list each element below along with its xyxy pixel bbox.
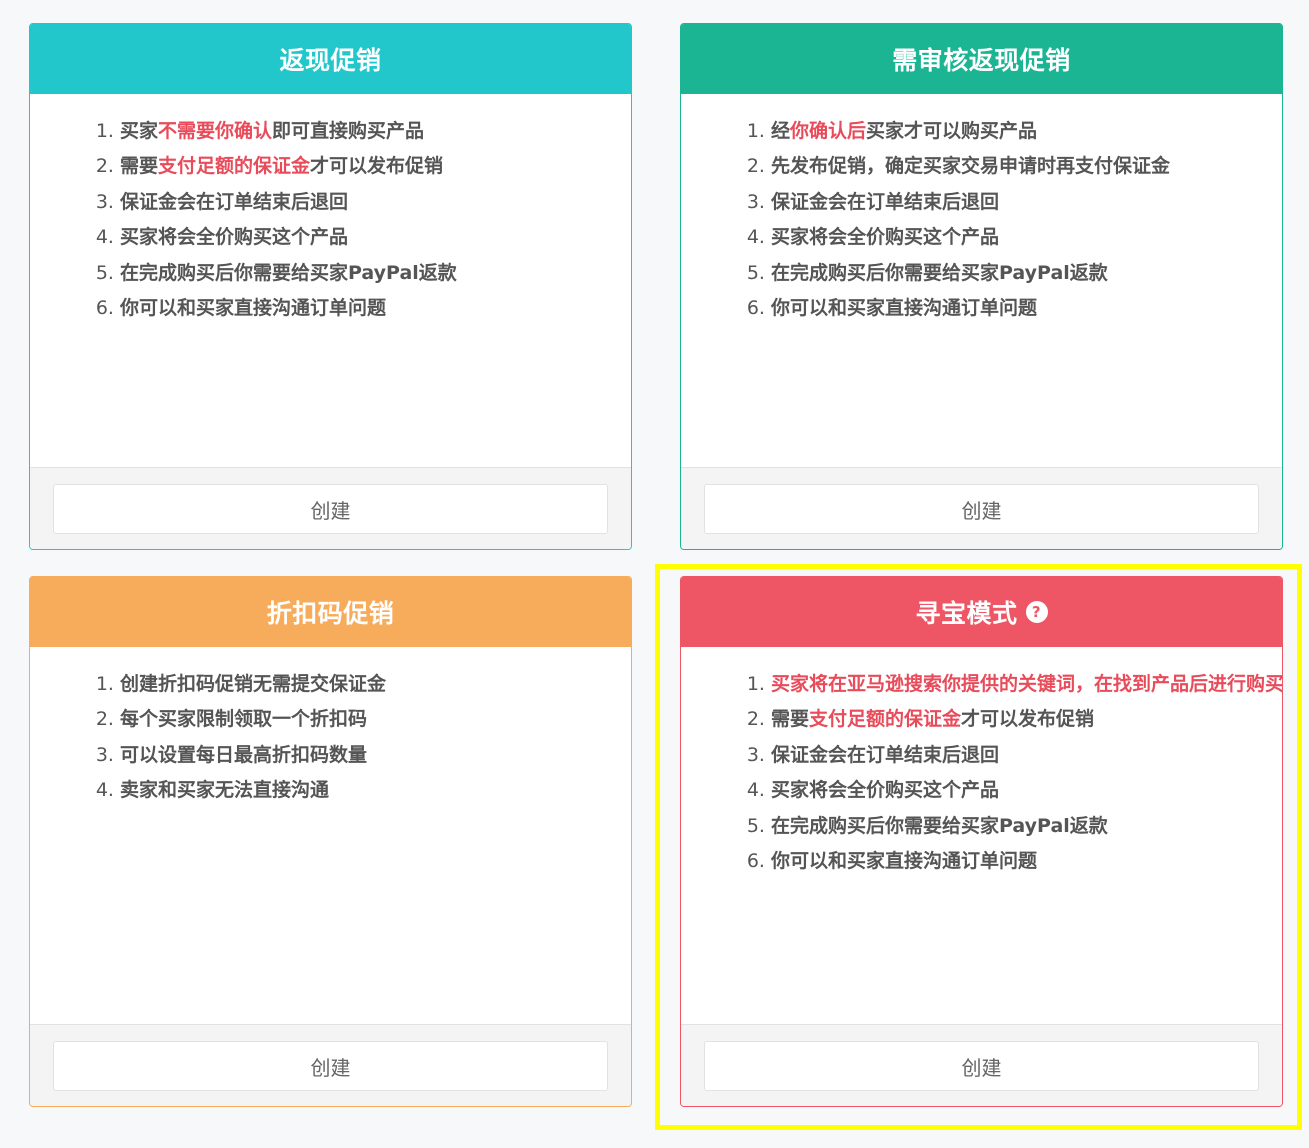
card-title: 返现促销 <box>279 46 382 75</box>
feature-list: 买家将在亚马逊搜索你提供的关键词，在找到产品后进行购买 需要支付足额的保证金才可… <box>741 667 1282 879</box>
list-item: 先发布促销，确定买家交易申请时再支付保证金 <box>771 149 1272 184</box>
card-cashback: 返现促销 买家不需要你确认即可直接购买产品 需要支付足额的保证金才可以发布促销 … <box>29 23 632 550</box>
list-item: 你可以和买家直接沟通订单问题 <box>771 844 1272 879</box>
list-item: 经你确认后买家才可以购买产品 <box>771 114 1272 149</box>
list-item: 在完成购买后你需要给买家PayPal返款 <box>771 256 1272 291</box>
create-button[interactable]: 创建 <box>704 484 1259 534</box>
card-footer: 创建 <box>681 1024 1282 1106</box>
feature-list: 创建折扣码促销无需提交保证金 每个买家限制领取一个折扣码 可以设置每日最高折扣码… <box>90 667 621 809</box>
list-item: 每个买家限制领取一个折扣码 <box>120 702 621 737</box>
list-item: 买家将会全价购买这个产品 <box>771 220 1272 255</box>
card-title: 折扣码促销 <box>266 599 395 628</box>
create-button[interactable]: 创建 <box>53 484 608 534</box>
card-review-cashback: 需审核返现促销 经你确认后买家才可以购买产品 先发布促销，确定买家交易申请时再支… <box>680 23 1283 550</box>
card-discount-code: 折扣码促销 创建折扣码促销无需提交保证金 每个买家限制领取一个折扣码 可以设置每… <box>29 576 632 1107</box>
list-item: 在完成购买后你需要给买家PayPal返款 <box>771 809 1272 844</box>
card-footer: 创建 <box>681 467 1282 549</box>
question-circle-icon[interactable]: ? <box>1025 601 1048 623</box>
list-item: 买家将会全价购买这个产品 <box>120 220 621 255</box>
create-button[interactable]: 创建 <box>53 1041 608 1091</box>
list-item: 买家将在亚马逊搜索你提供的关键词，在找到产品后进行购买 <box>771 667 1282 702</box>
list-item: 需要支付足额的保证金才可以发布促销 <box>771 702 1272 737</box>
list-item: 保证金会在订单结束后退回 <box>120 185 621 220</box>
feature-list: 买家不需要你确认即可直接购买产品 需要支付足额的保证金才可以发布促销 保证金会在… <box>90 114 621 326</box>
list-item: 你可以和买家直接沟通订单问题 <box>771 291 1272 326</box>
card-header: 需审核返现促销 <box>681 24 1282 94</box>
create-button[interactable]: 创建 <box>704 1041 1259 1091</box>
card-title: 需审核返现促销 <box>892 46 1071 75</box>
card-header: 返现促销 <box>30 24 631 94</box>
card-body: 买家将在亚马逊搜索你提供的关键词，在找到产品后进行购买 需要支付足额的保证金才可… <box>681 647 1282 1021</box>
card-body: 创建折扣码促销无需提交保证金 每个买家限制领取一个折扣码 可以设置每日最高折扣码… <box>30 647 631 1021</box>
card-title: 寻宝模式 <box>915 599 1018 628</box>
feature-list: 经你确认后买家才可以购买产品 先发布促销，确定买家交易申请时再支付保证金 保证金… <box>741 114 1272 326</box>
card-body: 经你确认后买家才可以购买产品 先发布促销，确定买家交易申请时再支付保证金 保证金… <box>681 94 1282 468</box>
card-treasure-hunt: 寻宝模式 ? 买家将在亚马逊搜索你提供的关键词，在找到产品后进行购买 需要支付足… <box>680 576 1283 1107</box>
list-item: 可以设置每日最高折扣码数量 <box>120 738 621 773</box>
list-item: 创建折扣码促销无需提交保证金 <box>120 667 621 702</box>
card-footer: 创建 <box>30 467 631 549</box>
card-header: 寻宝模式 ? <box>681 577 1282 647</box>
list-item: 买家不需要你确认即可直接购买产品 <box>120 114 621 149</box>
list-item: 在完成购买后你需要给买家PayPal返款 <box>120 256 621 291</box>
list-item: 保证金会在订单结束后退回 <box>771 185 1272 220</box>
card-header: 折扣码促销 <box>30 577 631 647</box>
list-item: 保证金会在订单结束后退回 <box>771 738 1272 773</box>
card-body: 买家不需要你确认即可直接购买产品 需要支付足额的保证金才可以发布促销 保证金会在… <box>30 94 631 468</box>
list-item: 买家将会全价购买这个产品 <box>771 773 1272 808</box>
list-item: 你可以和买家直接沟通订单问题 <box>120 291 621 326</box>
card-footer: 创建 <box>30 1024 631 1106</box>
list-item: 需要支付足额的保证金才可以发布促销 <box>120 149 621 184</box>
list-item: 卖家和买家无法直接沟通 <box>120 773 621 808</box>
